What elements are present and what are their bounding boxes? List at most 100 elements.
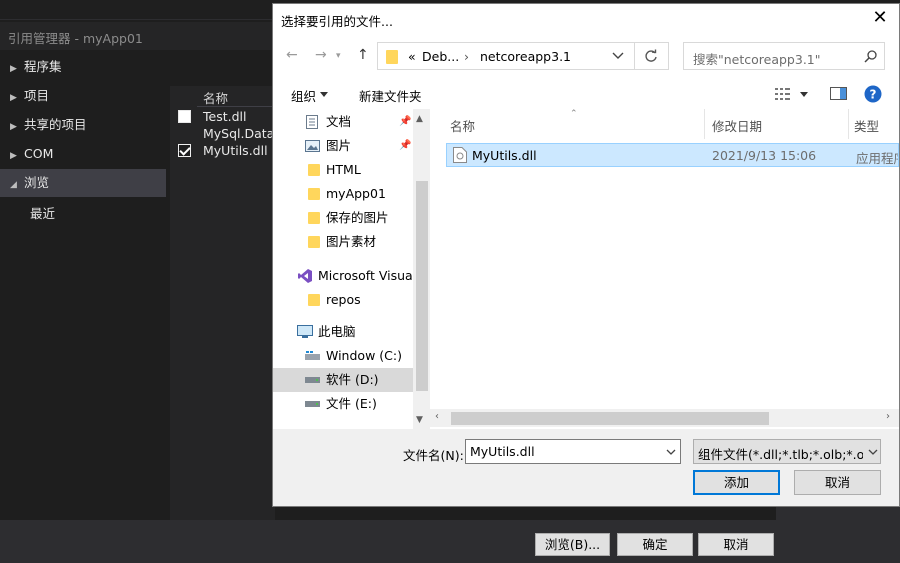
nav-pane-item[interactable]: 此电脑 [273,320,413,344]
nav-pane-item[interactable]: HTML [273,158,413,182]
file-name-field[interactable]: MyUtils.dll [465,439,681,464]
organize-dropdown-icon[interactable] [320,92,328,97]
checkbox[interactable] [178,110,191,123]
cancel-button[interactable]: 取消 [698,533,774,556]
expand-arrow-icon: ▶ [10,93,17,103]
file-row-selected[interactable]: MyUtils.dll 2021/9/13 15:06 应用程序 [446,143,899,167]
nav-item-assemblies[interactable]: ▶ 程序集 [0,53,166,81]
list-item[interactable]: MyUtils.dll [172,142,275,159]
back-icon[interactable]: ← [286,47,298,63]
h-scroll-thumb[interactable] [451,412,769,425]
reference-nav-panel: ▶ 程序集 ▶ 项目 ▶ 共享的项目 ▶ COM ◢ 浏览 最近 [0,50,170,520]
up-icon[interactable]: ↑ [357,47,369,63]
forward-icon[interactable]: → [315,47,327,63]
organize-menu[interactable]: 组织 [291,86,316,105]
chevron-down-icon[interactable] [666,449,676,455]
view-dropdown-icon[interactable] [800,92,808,97]
add-button[interactable]: 添加 [693,470,780,495]
navigation-bar: ← → ▾ ↑ « Deb... › netcoreapp3.1 搜索"netc… [273,33,899,79]
scroll-left-icon[interactable]: ‹ [435,411,439,422]
preview-pane-icon[interactable] [830,87,847,100]
list-item[interactable]: MySql.Data. [172,125,278,142]
folder-icon [308,212,320,224]
chevron-down-icon[interactable] [612,52,624,60]
refresh-button[interactable] [635,42,669,70]
reference-manager-title: 引用管理器 - myApp01 [0,22,272,50]
nav-pane-item[interactable]: 图片 📌 [273,134,413,158]
breadcrumb-segment[interactable]: netcoreapp3.1 [480,49,571,64]
scroll-up-icon[interactable]: ▲ [416,114,423,124]
column-header-type[interactable]: 类型 [854,116,879,135]
nav-pane-item[interactable]: myApp01 [273,182,413,206]
file-type-select[interactable]: 组件文件(*.dll;*.tlb;*.olb;*.ocx; [693,439,881,464]
expand-arrow-icon: ▶ [10,151,17,161]
nav-pane-item[interactable]: Microsoft Visual [273,264,416,288]
nav-item-projects[interactable]: ▶ 项目 [0,82,166,110]
nav-item-shared-projects[interactable]: ▶ 共享的项目 [0,111,166,139]
folder-icon [386,50,398,64]
nav-pane-scroll-thumb[interactable] [416,181,428,391]
nav-pane-item[interactable]: Window (C:) [273,344,413,368]
column-header-modified[interactable]: 修改日期 [712,116,762,135]
nav-pane-item[interactable]: 图片素材 [273,230,413,254]
column-header-name[interactable]: 名称 [450,116,475,135]
column-divider[interactable] [704,109,705,139]
breadcrumb-segment[interactable]: Deb... [422,49,459,64]
ide-right-panel [776,505,900,563]
drive-icon [305,377,320,384]
ok-button[interactable]: 确定 [617,533,693,556]
pin-icon[interactable]: 📌 [399,110,411,134]
new-folder-button[interactable]: 新建文件夹 [359,86,422,105]
refresh-icon [644,49,658,63]
nav-pane-item[interactable]: 文档 📌 [273,110,413,134]
open-file-dialog: 选择要引用的文件... ✕ ← → ▾ ↑ « Deb... › netcore… [272,3,900,507]
checkbox-checked[interactable] [178,144,191,157]
column-divider[interactable] [848,109,849,139]
collapse-arrow-icon: ◢ [10,180,17,190]
close-icon[interactable]: ✕ [869,7,891,29]
expand-arrow-icon: ▶ [10,122,17,132]
search-placeholder: 搜索"netcoreapp3.1" [693,52,821,67]
dialog-toolbar: 组织 新建文件夹 ? [273,79,899,109]
nav-pane-item[interactable]: repos [273,288,413,312]
nav-item-recent[interactable]: 最近 [0,200,166,228]
list-header-name[interactable]: 名称 [197,86,275,107]
chevron-down-icon[interactable] [868,449,878,455]
breadcrumb-separator-icon[interactable]: › [464,49,469,64]
file-list: 名称 ⌃ 修改日期 类型 MyUtils.dll 2021/9/13 15:06… [430,109,899,429]
file-type-value: 组件文件(*.dll;*.tlb;*.olb;*.ocx; [698,447,863,462]
visual-studio-icon [298,269,312,283]
address-bar[interactable]: « Deb... › netcoreapp3.1 [377,42,635,70]
nav-item-browse[interactable]: ◢ 浏览 [0,169,166,197]
dll-file-icon [453,147,467,163]
sort-indicator-icon: ⌃ [570,109,578,119]
dialog-cancel-button[interactable]: 取消 [794,470,881,495]
recent-locations-icon[interactable]: ▾ [336,51,341,61]
dialog-titlebar: 选择要引用的文件... ✕ [273,4,899,33]
search-input[interactable]: 搜索"netcoreapp3.1" [683,42,885,70]
browse-button[interactable]: 浏览(B)... [535,533,610,556]
file-modified-cell: 2021/9/13 15:06 [712,148,817,163]
scroll-down-icon[interactable]: ▼ [416,415,423,425]
view-options-icon[interactable] [775,88,791,100]
help-icon[interactable]: ? [864,85,882,103]
picture-icon [305,140,320,152]
scroll-right-icon[interactable]: › [886,411,890,422]
file-name-label: 文件名(N): [403,448,464,463]
nav-pane-item-selected[interactable]: 软件 (D:) [273,368,413,392]
nav-item-com[interactable]: ▶ COM [0,140,166,168]
file-name-cell: MyUtils.dll [472,148,537,163]
folder-icon [308,294,320,306]
file-type-cell: 应用程序 [856,151,898,166]
svg-text:?: ? [870,88,877,102]
dialog-title: 选择要引用的文件... [281,14,393,29]
windows-drive-icon [305,351,320,361]
nav-pane-item[interactable]: 文件 (E:) [273,392,413,416]
path-overflow[interactable]: « [408,49,416,64]
folder-icon [308,188,320,200]
nav-pane-item[interactable]: 保存的图片 [273,206,413,230]
pin-icon[interactable]: 📌 [399,134,411,158]
folder-icon [308,236,320,248]
document-icon [306,115,318,129]
list-item[interactable]: Test.dll [172,108,275,125]
